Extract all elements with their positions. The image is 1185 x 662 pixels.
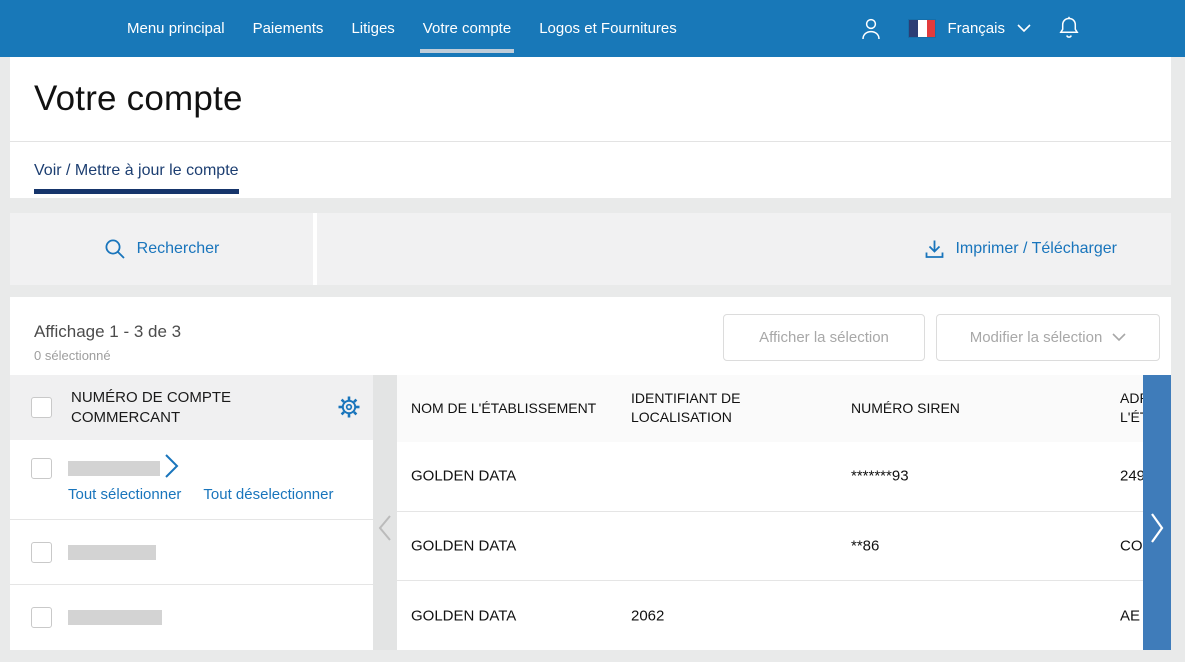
location-id-cell: 2062 — [631, 607, 664, 624]
download-icon — [924, 239, 945, 260]
modify-selection-label: Modifier la sélection — [970, 329, 1103, 346]
search-label: Rechercher — [137, 240, 220, 258]
table-row: Tout sélectionner Tout déselectionner — [10, 440, 373, 520]
nav-right-cluster: Français — [859, 0, 1081, 57]
modify-selection-button[interactable]: Modifier la sélection — [936, 314, 1160, 361]
left-column-header: NUMÉRO DE COMPTE COMMERCANT — [10, 375, 373, 440]
nav-item-label: Votre compte — [423, 20, 511, 37]
left-rows: Tout sélectionner Tout déselectionner — [10, 440, 373, 650]
redacted-account-number — [68, 610, 162, 625]
show-selection-label: Afficher la sélection — [759, 329, 889, 346]
merchant-account-header-label: NUMÉRO DE COMPTE COMMERCANT — [71, 388, 251, 428]
column-header-siren: NUMÉRO SIREN — [851, 399, 1051, 418]
french-flag-icon — [909, 20, 935, 37]
nav-item-logos-et-fournitures[interactable]: Logos et Fournitures — [539, 0, 677, 57]
selection-links: Tout sélectionner Tout déselectionner — [68, 486, 334, 503]
table-row: GOLDEN DATA 2062 AE — [397, 581, 1171, 650]
establishment-columns-panel: NOM DE L'ÉTABLISSEMENT IDENTIFIANT DE LO… — [397, 375, 1171, 650]
address-cell: 249 — [1120, 468, 1145, 485]
redacted-account-number — [68, 545, 156, 560]
table-row — [10, 585, 373, 650]
print-download-label: Imprimer / Télécharger — [955, 240, 1117, 258]
print-download-button[interactable]: Imprimer / Télécharger — [924, 239, 1117, 260]
column-header-establishment-name: NOM DE L'ÉTABLISSEMENT — [411, 399, 616, 418]
tab-row: Voir / Mettre à jour le compte — [10, 142, 1171, 198]
nav-menu: Menu principal Paiements Litiges Votre c… — [127, 0, 677, 57]
active-tab-underline — [420, 49, 514, 53]
gear-icon[interactable] — [337, 395, 361, 419]
search-button[interactable]: Rechercher — [10, 213, 313, 285]
language-selector[interactable]: Français — [909, 20, 1031, 37]
address-cell: CO — [1120, 538, 1143, 555]
siren-cell: **86 — [851, 538, 879, 555]
scroll-right-bar[interactable] — [1143, 375, 1171, 650]
siren-cell: *******93 — [851, 468, 909, 485]
row-checkbox[interactable] — [31, 542, 52, 563]
table-row: GOLDEN DATA *******93 249 — [397, 442, 1171, 512]
nav-item-label: Paiements — [253, 20, 324, 37]
toolbar-right-section: Imprimer / Télécharger — [317, 213, 1171, 285]
deselect-all-link[interactable]: Tout déselectionner — [203, 486, 333, 503]
table-row — [10, 520, 373, 585]
selected-count: 0 sélectionné — [34, 348, 111, 363]
column-header-location-id: IDENTIFIANT DE LOCALISATION — [631, 389, 791, 427]
results-summary: Affichage 1 - 3 de 3 — [34, 322, 181, 342]
chevron-down-icon — [1112, 333, 1126, 342]
redacted-account-number — [68, 461, 160, 476]
nav-item-litiges[interactable]: Litiges — [351, 0, 394, 57]
table-row: GOLDEN DATA **86 CO — [397, 512, 1171, 582]
screen: Menu principal Paiements Litiges Votre c… — [0, 0, 1185, 662]
select-all-link[interactable]: Tout sélectionner — [68, 486, 181, 503]
language-label: Français — [947, 20, 1005, 37]
nav-item-label: Litiges — [351, 20, 394, 37]
user-profile-icon[interactable] — [859, 16, 883, 42]
establishment-name-cell: GOLDEN DATA — [411, 468, 516, 485]
nav-item-label: Menu principal — [127, 20, 225, 37]
address-cell: AE — [1120, 607, 1140, 624]
select-all-checkbox[interactable] — [31, 397, 52, 418]
nav-item-menu-principal[interactable]: Menu principal — [127, 0, 225, 57]
page-header-card: Votre compte Voir / Mettre à jour le com… — [10, 57, 1171, 198]
horizontal-scroll-gutter — [373, 375, 397, 650]
notifications-bell-icon[interactable] — [1057, 15, 1081, 42]
scroll-right-chevron-icon — [1150, 511, 1165, 545]
scroll-left-chevron-icon[interactable] — [377, 513, 393, 548]
accounts-list-card: Affichage 1 - 3 de 3 0 sélectionné Affic… — [10, 297, 1171, 650]
row-checkbox[interactable] — [31, 458, 52, 479]
show-selection-button[interactable]: Afficher la sélection — [723, 314, 925, 361]
chevron-down-icon — [1017, 24, 1031, 33]
nav-item-votre-compte[interactable]: Votre compte — [423, 0, 511, 57]
toolbar: Rechercher Imprimer / Télécharger — [10, 213, 1171, 285]
nav-item-paiements[interactable]: Paiements — [253, 0, 324, 57]
search-icon — [104, 238, 126, 260]
page-title: Votre compte — [34, 79, 243, 119]
selection-buttons: Afficher la sélection Modifier la sélect… — [723, 314, 1160, 361]
nav-item-label: Logos et Fournitures — [539, 20, 677, 37]
merchant-account-column: NUMÉRO DE COMPTE COMMERCANT — [10, 375, 373, 650]
list-info-bar: Affichage 1 - 3 de 3 0 sélectionné Affic… — [10, 297, 1171, 375]
tab-view-update-account[interactable]: Voir / Mettre à jour le compte — [34, 162, 239, 194]
table-column-headers: NOM DE L'ÉTABLISSEMENT IDENTIFIANT DE LO… — [397, 375, 1171, 442]
accounts-table: NUMÉRO DE COMPTE COMMERCANT — [10, 375, 1171, 650]
row-checkbox[interactable] — [31, 607, 52, 628]
establishment-name-cell: GOLDEN DATA — [411, 607, 516, 624]
expand-row-chevron-icon[interactable] — [163, 452, 181, 485]
top-navigation-bar: Menu principal Paiements Litiges Votre c… — [0, 0, 1185, 57]
establishment-name-cell: GOLDEN DATA — [411, 538, 516, 555]
